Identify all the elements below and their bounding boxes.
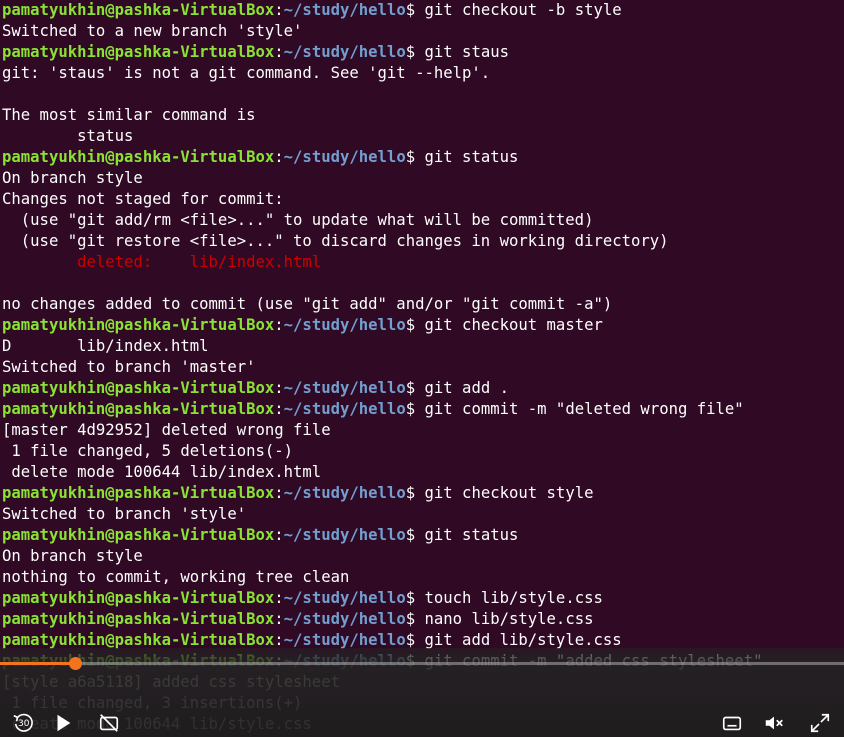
video-player-controls: 30 [0, 648, 844, 737]
output-line: On branch style [2, 169, 143, 187]
output-line: Switched to a new branch 'style' [2, 22, 303, 40]
prompt-user-host: pamatyukhin@pashka-VirtualBox [2, 589, 275, 607]
prompt-separator: : [274, 631, 284, 649]
prompt-sigil: $ [405, 400, 425, 418]
output-line: delete mode 100644 lib/index.html [2, 463, 322, 481]
prompt-separator: : [274, 1, 284, 19]
command-line: pamatyukhin@pashka-VirtualBox:~/study/he… [0, 609, 844, 630]
command-line: pamatyukhin@pashka-VirtualBox:~/study/he… [0, 525, 844, 546]
prompt-separator: : [274, 316, 284, 334]
prompt-separator: : [274, 484, 284, 502]
command-text: touch lib/style.css [424, 589, 603, 607]
command-line: pamatyukhin@pashka-VirtualBox:~/study/he… [0, 588, 844, 609]
output-line: no changes added to commit (use "git add… [2, 295, 613, 313]
play-icon[interactable] [52, 712, 74, 734]
output-line: Switched to branch 'master' [2, 358, 256, 376]
command-line: pamatyukhin@pashka-VirtualBox:~/study/he… [0, 399, 844, 420]
prompt-separator: : [274, 43, 284, 61]
command-text: git checkout -b style [424, 1, 622, 19]
prompt-separator: : [274, 379, 284, 397]
prompt-sigil: $ [405, 148, 425, 166]
command-text: git status [424, 148, 519, 166]
terminal-output: pamatyukhin@pashka-VirtualBox:~/study/he… [0, 0, 844, 735]
captions-off-icon[interactable] [98, 712, 120, 734]
prompt-separator: : [274, 526, 284, 544]
output-line: git: 'staus' is not a git command. See '… [2, 64, 491, 82]
prompt-user-host: pamatyukhin@pashka-VirtualBox [2, 316, 275, 334]
prompt-path: ~/study/hello [283, 1, 406, 19]
command-text: git add lib/style.css [424, 631, 622, 649]
prompt-sigil: $ [405, 316, 425, 334]
rewind-seconds-label: 30 [18, 719, 30, 729]
command-text: git staus [424, 43, 510, 61]
command-line: pamatyukhin@pashka-VirtualBox:~/study/he… [0, 378, 844, 399]
prompt-path: ~/study/hello [283, 484, 406, 502]
prompt-sigil: $ [405, 379, 425, 397]
prompt-user-host: pamatyukhin@pashka-VirtualBox [2, 484, 275, 502]
fullscreen-icon[interactable] [809, 712, 831, 734]
prompt-user-host: pamatyukhin@pashka-VirtualBox [2, 43, 275, 61]
prompt-user-host: pamatyukhin@pashka-VirtualBox [2, 1, 275, 19]
command-text: nano lib/style.css [424, 610, 594, 628]
prompt-sigil: $ [405, 1, 425, 19]
command-text: git add . [424, 379, 510, 397]
prompt-user-host: pamatyukhin@pashka-VirtualBox [2, 379, 275, 397]
progress-fill [0, 662, 76, 665]
command-line: pamatyukhin@pashka-VirtualBox:~/study/he… [0, 483, 844, 504]
output-line: The most similar command is [2, 106, 256, 124]
prompt-sigil: $ [405, 484, 425, 502]
prompt-user-host: pamatyukhin@pashka-VirtualBox [2, 631, 275, 649]
command-text: git status [424, 526, 519, 544]
output-line: Switched to branch 'style' [2, 505, 247, 523]
deleted-file-line: deleted: lib/index.html [2, 253, 322, 271]
command-text: git checkout style [424, 484, 594, 502]
prompt-path: ~/study/hello [283, 631, 406, 649]
prompt-path: ~/study/hello [283, 148, 406, 166]
output-line: (use "git restore <file>..." to discard … [2, 232, 669, 250]
output-line: D lib/index.html [2, 337, 209, 355]
output-line: On branch style [2, 547, 143, 565]
prompt-separator: : [274, 610, 284, 628]
prompt-user-host: pamatyukhin@pashka-VirtualBox [2, 526, 275, 544]
prompt-path: ~/study/hello [283, 43, 406, 61]
prompt-path: ~/study/hello [283, 400, 406, 418]
scrub-handle[interactable] [69, 657, 83, 670]
prompt-separator: : [274, 589, 284, 607]
prompt-user-host: pamatyukhin@pashka-VirtualBox [2, 400, 275, 418]
output-line: 1 file changed, 5 deletions(-) [2, 442, 294, 460]
prompt-sigil: $ [405, 589, 425, 607]
prompt-sigil: $ [405, 610, 425, 628]
prompt-path: ~/study/hello [283, 589, 406, 607]
prompt-separator: : [274, 400, 284, 418]
prompt-sigil: $ [405, 43, 425, 61]
prompt-path: ~/study/hello [283, 379, 406, 397]
prompt-path: ~/study/hello [283, 316, 406, 334]
prompt-separator: : [274, 148, 284, 166]
prompt-path: ~/study/hello [283, 610, 406, 628]
command-line: pamatyukhin@pashka-VirtualBox:~/study/he… [0, 315, 844, 336]
command-line: pamatyukhin@pashka-VirtualBox:~/study/he… [0, 0, 844, 21]
subtitles-icon[interactable] [721, 712, 743, 734]
command-line: pamatyukhin@pashka-VirtualBox:~/study/he… [0, 147, 844, 168]
command-text: git commit -m "deleted wrong file" [424, 400, 744, 418]
output-line: status [2, 127, 134, 145]
output-line: [master 4d92952] deleted wrong file [2, 421, 331, 439]
volume-muted-icon[interactable] [763, 712, 785, 734]
prompt-sigil: $ [405, 526, 425, 544]
rewind-30-icon[interactable]: 30 [12, 712, 34, 734]
prompt-sigil: $ [405, 631, 425, 649]
output-line: (use "git add/rm <file>..." to update wh… [2, 211, 594, 229]
prompt-user-host: pamatyukhin@pashka-VirtualBox [2, 610, 275, 628]
prompt-path: ~/study/hello [283, 526, 406, 544]
progress-bar[interactable] [0, 657, 844, 670]
command-text: git checkout master [424, 316, 603, 334]
output-line: nothing to commit, working tree clean [2, 568, 350, 586]
command-line: pamatyukhin@pashka-VirtualBox:~/study/he… [0, 42, 844, 63]
prompt-user-host: pamatyukhin@pashka-VirtualBox [2, 148, 275, 166]
output-line: Changes not staged for commit: [2, 190, 284, 208]
